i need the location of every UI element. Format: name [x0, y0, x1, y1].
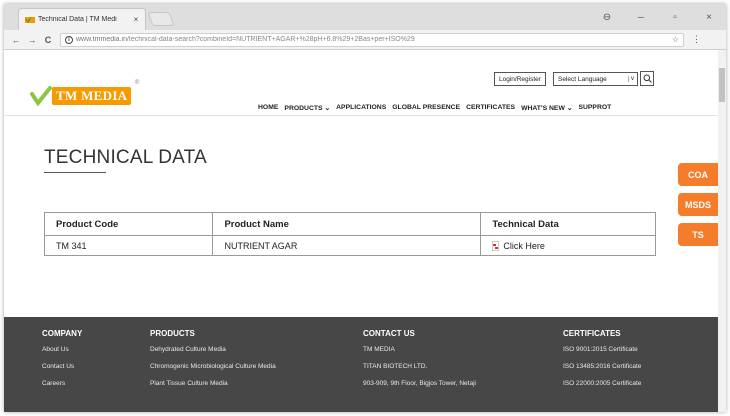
tab-title: Technical Data | TM Medi — [38, 16, 117, 23]
footer-heading: PRODUCTS — [150, 329, 195, 338]
nav-whats-new[interactable]: WHAT'S NEW ⌄ — [521, 104, 572, 112]
forward-icon[interactable]: → — [24, 35, 40, 45]
address-bar: ← → C i www.tmmedia.in/technical-data-se… — [4, 30, 726, 50]
footer-link-iso-13485[interactable]: ISO 13485:2016 Certificate — [563, 362, 641, 379]
footer-link-chromogenic-media[interactable]: Chromogenic Microbiological Culture Medi… — [150, 362, 276, 379]
footer-certificates: CERTIFICATES ISO 9001:2015 Certificate I… — [563, 329, 641, 396]
reload-icon[interactable]: C — [40, 35, 56, 45]
footer-contact-address: 903-909, 9th Floor, Bigjos Tower, Netaji — [363, 380, 476, 387]
footer-link-iso-22000[interactable]: ISO 22000:2005 Certificate — [563, 379, 641, 396]
logo-text: TM MEDIA — [52, 87, 132, 105]
new-tab-button[interactable] — [147, 12, 175, 26]
browser-window: Technical Data | TM Medi × ⊖ – ▫ × ← → C… — [4, 4, 726, 412]
bookmark-star-icon[interactable]: ☆ — [672, 35, 679, 44]
nav-global-presence[interactable]: GLOBAL PRESENCE — [392, 104, 460, 112]
footer-heading: CONTACT US — [363, 329, 415, 338]
footer-link-dehydrated-media[interactable]: Dehydrated Culture Media — [150, 345, 276, 362]
footer-link-contact-us[interactable]: Contact Us — [42, 362, 82, 379]
footer-link-plant-tissue-media[interactable]: Plant Tissue Culture Media — [150, 379, 276, 396]
close-tab-icon[interactable]: × — [131, 15, 141, 24]
maximize-icon[interactable]: ▫ — [658, 12, 692, 23]
column-header: Product Code — [43, 212, 214, 236]
site-footer: COMPANY About Us Contact Us Careers PROD… — [4, 317, 718, 412]
account-icon[interactable]: ⊖ — [590, 12, 624, 23]
tab-strip: Technical Data | TM Medi × ⊖ – ▫ × — [4, 4, 726, 30]
nav-certificates[interactable]: CERTIFICATES — [466, 104, 515, 112]
footer-contact: CONTACT US TM MEDIA TITAN BIOTECH LTD. 9… — [363, 329, 476, 396]
window-controls: ⊖ – ▫ × — [590, 4, 726, 30]
footer-products: PRODUCTS Dehydrated Culture Media Chromo… — [150, 329, 276, 396]
product-code-cell: TM 341 — [43, 235, 214, 256]
registered-mark: ® — [134, 80, 140, 86]
column-header: Product Name — [212, 212, 482, 236]
nav-applications[interactable]: APPLICATIONS — [336, 104, 386, 112]
favicon-icon — [25, 16, 35, 23]
logo-checkmark-icon — [30, 86, 52, 106]
page-title: TECHNICAL DATA — [44, 147, 207, 168]
tm-media-logo[interactable]: TM MEDIA ® — [30, 80, 139, 106]
footer-link-about-us[interactable]: About Us — [42, 345, 82, 362]
browser-tab[interactable]: Technical Data | TM Medi × — [18, 8, 146, 30]
back-icon[interactable]: ← — [8, 35, 24, 45]
msds-button[interactable]: MSDS — [678, 193, 718, 216]
chevron-down-icon: v — [628, 76, 634, 82]
footer-heading: CERTIFICATES — [563, 329, 621, 338]
language-select-label: Select Language — [558, 75, 607, 83]
nav-products[interactable]: PRODUCTS ⌄ — [284, 104, 330, 112]
table-row: TM 341 NUTRIENT AGAR Click Here — [43, 235, 656, 256]
browser-menu-icon[interactable]: ⋮ — [692, 34, 701, 45]
nav-home[interactable]: HOME — [258, 104, 278, 112]
nav-support[interactable]: SUPPROT — [578, 104, 611, 112]
footer-contact-parent: TITAN BIOTECH LTD. — [363, 363, 428, 370]
technical-data-cell: Click Here — [480, 235, 656, 256]
footer-link-careers[interactable]: Careers — [42, 379, 82, 396]
footer-contact-company: TM MEDIA — [363, 346, 395, 353]
technical-data-table: Product Code Product Name Technical Data… — [43, 212, 656, 256]
minimize-icon[interactable]: – — [624, 12, 658, 23]
close-window-icon[interactable]: × — [692, 12, 726, 23]
footer-heading: COMPANY — [42, 329, 83, 338]
page-viewport: TM MEDIA ® Login/Register Select Languag… — [4, 50, 726, 412]
product-name-cell: NUTRIENT AGAR — [212, 235, 482, 256]
search-icon[interactable] — [640, 71, 654, 86]
login-register-button[interactable]: Login/Register — [494, 72, 546, 86]
click-here-link[interactable]: Click Here — [503, 241, 545, 251]
table-header-row: Product Code Product Name Technical Data — [43, 212, 656, 236]
coa-button[interactable]: COA — [678, 163, 718, 186]
column-header: Technical Data — [480, 212, 656, 236]
pdf-document-icon — [492, 240, 500, 251]
vertical-scrollbar[interactable] — [718, 50, 726, 412]
language-select[interactable]: Select Language v — [553, 72, 638, 86]
scrollbar-thumb[interactable] — [719, 68, 725, 102]
url-text: www.tmmedia.in/technical-data-search?com… — [76, 36, 415, 43]
main-navigation: HOME PRODUCTS ⌄ APPLICATIONS GLOBAL PRES… — [258, 104, 611, 112]
info-icon[interactable]: i — [65, 35, 73, 44]
site-header: TM MEDIA ® Login/Register Select Languag… — [4, 50, 718, 116]
footer-company: COMPANY About Us Contact Us Careers — [42, 329, 82, 396]
footer-link-iso-9001[interactable]: ISO 9001:2015 Certificate — [563, 345, 641, 362]
url-input[interactable]: i www.tmmedia.in/technical-data-search?c… — [60, 32, 684, 47]
ts-button[interactable]: TS — [678, 223, 718, 246]
title-divider — [44, 172, 106, 173]
